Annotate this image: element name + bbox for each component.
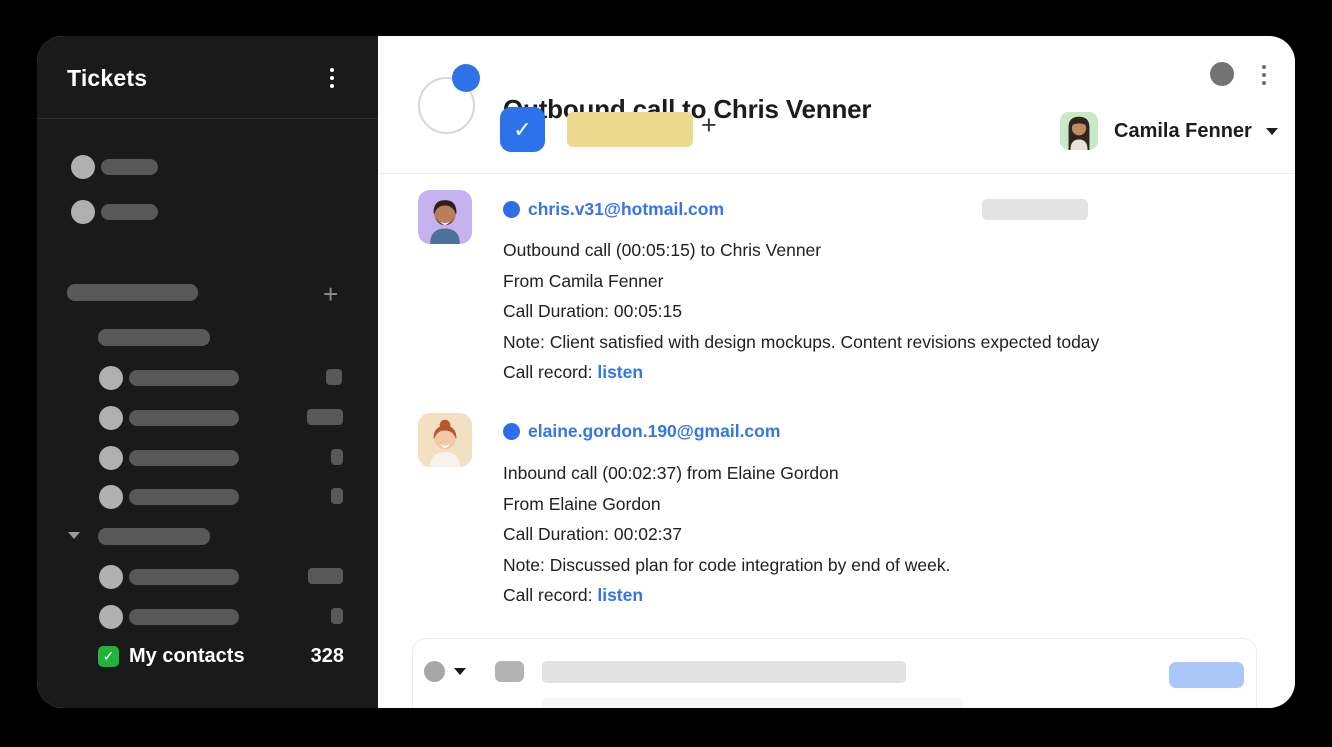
call-record-line: Call record: listen	[503, 580, 1273, 611]
sidebar-divider	[37, 118, 378, 119]
unread-dot	[503, 423, 520, 440]
add-label-icon[interactable]: +	[701, 110, 717, 141]
desktop-background: Tickets +	[0, 0, 1332, 747]
skeleton-label	[129, 410, 239, 426]
compose-caret-down-icon[interactable]	[454, 668, 466, 675]
call-record-label: Call record:	[503, 585, 597, 605]
contact-email-link[interactable]: elaine.gordon.190@gmail.com	[528, 421, 780, 442]
call-record-line: Call record: listen	[503, 357, 1273, 388]
skeleton-avatar	[99, 565, 123, 589]
label-tag[interactable]	[567, 112, 693, 147]
call-note-line: Note: Client satisfied with design mocku…	[503, 327, 1273, 358]
record-status-dot	[452, 64, 480, 92]
skeleton-section-header	[67, 284, 198, 301]
skeleton-count-badge	[331, 488, 343, 504]
skeleton-count-badge	[307, 409, 343, 425]
skeleton-avatar	[99, 605, 123, 629]
skeleton-label	[101, 204, 158, 220]
compose-box	[412, 638, 1257, 708]
crm-app-window: Tickets +	[37, 36, 1295, 708]
call-duration-line: Call Duration: 00:05:15	[503, 296, 1273, 327]
done-checkbox-button[interactable]: ✓	[500, 107, 545, 152]
skeleton-label	[129, 489, 239, 505]
skeleton-count-badge	[308, 568, 343, 584]
skeleton-subsection-header	[98, 329, 210, 346]
skeleton-avatar	[99, 485, 123, 509]
listen-link[interactable]: listen	[597, 362, 643, 382]
skeleton-avatar	[99, 446, 123, 470]
avatar-chris-venner	[418, 190, 472, 244]
unread-dot	[503, 201, 520, 218]
call-from-line: From Elaine Gordon	[503, 489, 1273, 520]
listen-link[interactable]: listen	[597, 585, 643, 605]
skeleton-label	[129, 569, 239, 585]
header-divider	[378, 173, 1295, 174]
skeleton-avatar	[71, 155, 95, 179]
skeleton-label	[101, 159, 158, 175]
skeleton-avatar	[71, 200, 95, 224]
sidebar: Tickets +	[37, 36, 378, 708]
call-record-label: Call record:	[503, 362, 597, 382]
sidebar-title: Tickets	[67, 65, 147, 92]
call-duration-line: Call Duration: 00:02:37	[503, 519, 1273, 550]
my-contacts-count: 328	[98, 645, 344, 668]
call-from-line: From Camila Fenner	[503, 266, 1273, 297]
sidebar-add-icon[interactable]: +	[323, 281, 338, 307]
skeleton-avatar	[99, 366, 123, 390]
call-summary-line: Outbound call (00:05:15) to Chris Venner	[503, 235, 1273, 266]
compose-sender-avatar[interactable]	[424, 661, 445, 682]
sidebar-kebab-menu-icon[interactable]	[330, 68, 334, 88]
contact-email-link[interactable]: chris.v31@hotmail.com	[528, 199, 724, 220]
assignee-selector[interactable]: Camila Fenner	[1060, 112, 1278, 150]
skeleton-group-header	[98, 528, 210, 545]
timestamp-placeholder	[982, 199, 1088, 220]
skeleton-label	[129, 450, 239, 466]
call-log-entry: Inbound call (00:02:37) from Elaine Gord…	[503, 458, 1273, 611]
header-kebab-menu-icon[interactable]	[1262, 65, 1266, 85]
assignee-name: Camila Fenner	[1114, 120, 1252, 143]
assignee-caret-down-icon	[1266, 128, 1278, 135]
call-note-line: Note: Discussed plan for code integratio…	[503, 550, 1273, 581]
send-button[interactable]	[1169, 662, 1244, 688]
main-panel: Outbound call to Chris Venner ✓ + Camila…	[378, 36, 1295, 708]
call-log-entry: Outbound call (00:05:15) to Chris Venner…	[503, 235, 1273, 388]
skeleton-count-badge	[331, 449, 343, 465]
skeleton-count-badge	[331, 608, 343, 624]
header-action-icon[interactable]	[1210, 62, 1234, 86]
skeleton-avatar	[99, 406, 123, 430]
skeleton-label	[129, 609, 239, 625]
call-summary-line: Inbound call (00:02:37) from Elaine Gord…	[503, 458, 1273, 489]
avatar-elaine-gordon	[418, 413, 472, 467]
skeleton-count-badge	[326, 369, 342, 385]
skeleton-label	[129, 370, 239, 386]
compose-type-chip[interactable]	[495, 661, 524, 682]
compose-subject-placeholder[interactable]	[542, 661, 906, 683]
check-icon: ✓	[513, 117, 531, 143]
chevron-down-icon[interactable]	[68, 532, 80, 539]
compose-body-placeholder[interactable]	[542, 698, 963, 708]
avatar-camila-fenner	[1060, 112, 1098, 150]
